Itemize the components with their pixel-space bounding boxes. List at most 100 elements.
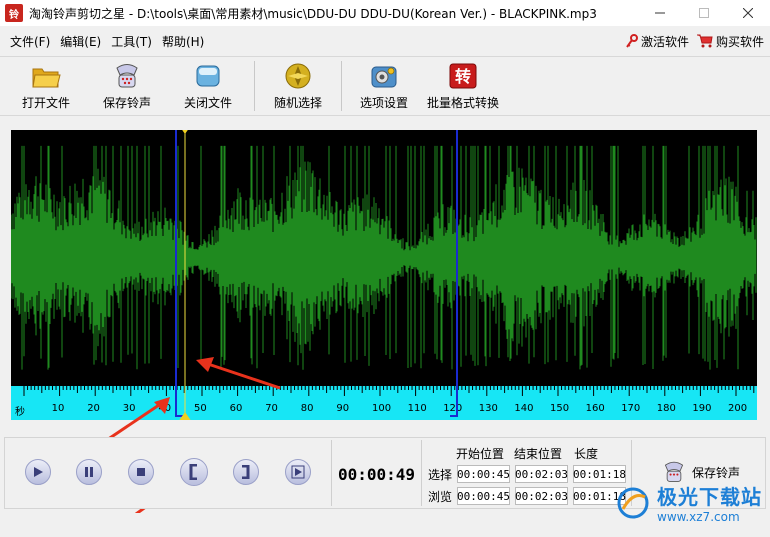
save-ringtone-icon	[116, 64, 138, 88]
activate-label: 激活软件	[640, 34, 689, 49]
ruler-tick-label: 130	[478, 403, 498, 414]
window-title: 淘淘铃声剪切之星 - D:\tools\桌面\常用素材\music\DDU-DU…	[29, 6, 597, 21]
activate-link[interactable]: 激活软件	[626, 33, 689, 50]
random-select-label: 随机选择	[273, 96, 322, 110]
ruler-tick-label: 160	[585, 403, 605, 414]
current-time-display: 00:00:49	[338, 465, 416, 484]
play-button[interactable]	[25, 459, 51, 485]
browse-row-label: 浏览	[428, 490, 453, 504]
ruler-tick-label: 20	[87, 403, 100, 414]
browse-end-field[interactable]: 00:02:03	[515, 487, 568, 505]
ruler-tick-label: 80	[300, 403, 314, 414]
options-button[interactable]: 选项设置	[348, 57, 420, 115]
select-end-field[interactable]: 00:02:03	[515, 465, 568, 483]
end-position-header: 结束位置	[514, 447, 563, 461]
cart-icon	[696, 34, 713, 48]
play-selection-icon	[291, 465, 305, 479]
ruler-tick-label: 30	[122, 403, 136, 414]
close-file-label: 关闭文件	[183, 96, 232, 110]
select-row-label: 选择	[428, 468, 453, 482]
ruler-tick-label: 180	[656, 403, 676, 414]
ruler-tick-label: 190	[692, 403, 712, 414]
ruler-tick-label: 90	[336, 403, 350, 414]
buy-link[interactable]: 购买软件	[696, 33, 764, 50]
open-file-label: 打开文件	[21, 96, 70, 110]
pause-button[interactable]	[76, 459, 102, 485]
stop-button[interactable]	[128, 459, 154, 485]
title-bar: 铃 淘淘铃声剪切之星 - D:\tools\桌面\常用素材\music\DDU-…	[0, 0, 770, 26]
maximize-icon	[699, 8, 709, 18]
browse-start-field[interactable]: 00:00:45	[457, 487, 510, 505]
ruler-tick-label: 140	[514, 403, 534, 414]
set-start-button[interactable]	[180, 458, 208, 486]
save-ring-toolbar-button[interactable]: 保存铃声	[86, 57, 168, 115]
watermark-title: 极光下载站	[657, 485, 762, 509]
minimize-icon	[655, 12, 665, 14]
time-ruler[interactable]: 秒 10 20 30 40 50 60 70 80 90 100 110 120 130 140 150 16…	[11, 386, 757, 420]
minimize-button[interactable]	[638, 0, 682, 26]
toolbar: 打开文件 保存铃声 关闭文件 随机选择 选项设置 转 批量格式转换	[0, 56, 770, 116]
ruler-tick-label: 170	[621, 403, 641, 414]
menu-edit[interactable]: 编辑(E)	[60, 33, 101, 50]
watermark-url: www.xz7.com	[657, 510, 740, 524]
bracket-left-icon	[189, 464, 197, 480]
batch-convert-button[interactable]: 转 批量格式转换	[420, 57, 506, 115]
ruler-tick-label: 10	[51, 403, 65, 414]
menu-file[interactable]: 文件(F)	[10, 33, 50, 50]
ruler-ticks	[23, 386, 755, 396]
set-end-button[interactable]	[233, 459, 259, 485]
toolbar-separator	[341, 61, 342, 111]
waveform[interactable]	[11, 130, 757, 386]
play-selection-button[interactable]	[285, 459, 311, 485]
ruler-tick-label: 200	[728, 403, 748, 414]
menu-help[interactable]: 帮助(H)	[162, 33, 204, 50]
buy-label: 购买软件	[715, 34, 764, 49]
random-select-button[interactable]: 随机选择	[261, 57, 335, 115]
random-dice-icon	[285, 63, 311, 89]
convert-icon-text: 转	[455, 67, 471, 86]
ruler-tick-label: 110	[407, 403, 427, 414]
control-separator	[421, 440, 422, 506]
watermark: 极光下载站 www.xz7.com	[615, 481, 762, 524]
close-window-button[interactable]	[726, 0, 770, 26]
folder-icon	[32, 68, 61, 88]
menu-tools[interactable]: 工具(T)	[111, 33, 152, 50]
close-file-button[interactable]: 关闭文件	[168, 57, 248, 115]
app-logo-icon: 铃	[5, 4, 23, 22]
control-separator	[331, 440, 332, 506]
convert-icon: 转	[449, 63, 477, 89]
watermark-logo-icon	[617, 487, 649, 518]
ruler-tick-label: 150	[550, 403, 570, 414]
ruler-tick-label: 120	[443, 403, 463, 414]
app-window: 铃 淘淘铃声剪切之星 - D:\tools\桌面\常用素材\music\DDU-…	[0, 0, 770, 537]
waveform-path	[11, 145, 757, 370]
maximize-button[interactable]	[682, 0, 726, 26]
key-icon	[626, 34, 638, 48]
pause-icon	[85, 467, 93, 477]
options-label: 选项设置	[359, 96, 408, 110]
ruler-tick-label: 70	[265, 403, 278, 414]
window-controls	[638, 0, 770, 26]
open-file-button[interactable]: 打开文件	[6, 57, 86, 115]
stop-icon	[137, 468, 145, 476]
close-icon	[743, 8, 753, 18]
save-ring-label: 保存铃声	[692, 465, 741, 480]
batch-convert-label: 批量格式转换	[426, 96, 499, 110]
start-position-header: 开始位置	[456, 447, 505, 461]
ruler-tick-label: 40	[158, 403, 172, 414]
menu-right-links: 激活软件 购买软件	[626, 30, 764, 52]
ruler-tick-label: 50	[194, 403, 207, 414]
play-icon	[34, 467, 43, 477]
bracket-right-icon	[242, 465, 250, 479]
settings-gear-icon	[371, 66, 397, 88]
length-header: 长度	[574, 447, 599, 461]
close-file-icon	[196, 65, 220, 87]
waveform-panel[interactable]: 秒 10 20 30 40 50 60 70 80 90 100 110 120 130 140 150 16…	[11, 130, 757, 420]
menu-bar: 文件(F) 编辑(E) 工具(T) 帮助(H) 激活软件 购买软件	[0, 30, 770, 52]
ruler-unit-label: 秒	[15, 407, 25, 418]
save-ring-toolbar-label: 保存铃声	[102, 96, 151, 110]
select-start-field[interactable]: 00:00:45	[457, 465, 510, 483]
ruler-tick-label: 60	[229, 403, 243, 414]
toolbar-separator	[254, 61, 255, 111]
ruler-tick-label: 100	[372, 403, 392, 414]
